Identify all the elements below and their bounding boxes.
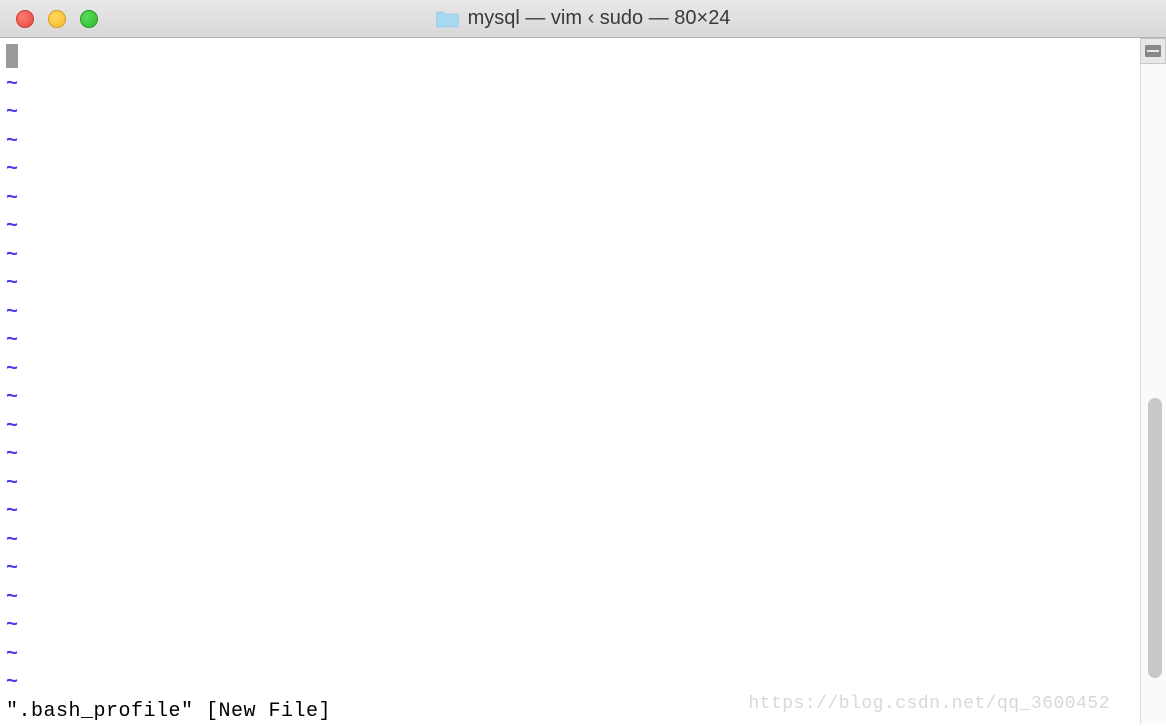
window-titlebar: mysql — vim ‹ sudo — 80×24: [0, 0, 1166, 38]
empty-line-marker: ~: [6, 384, 1134, 413]
empty-line-marker: ~: [6, 71, 1134, 100]
terminal-body: ~~~~~~~~~~~~~~~~~~~~~~ ".bash_profile" […: [0, 38, 1166, 724]
empty-line-marker: ~: [6, 299, 1134, 328]
empty-line-marker: ~: [6, 99, 1134, 128]
empty-line-marker: ~: [6, 156, 1134, 185]
scroll-corner-icon: [1140, 38, 1166, 64]
minimize-button[interactable]: [48, 10, 66, 28]
empty-line-marker: ~: [6, 441, 1134, 470]
empty-line-marker: ~: [6, 356, 1134, 385]
empty-line-marker: ~: [6, 242, 1134, 271]
empty-line-marker: ~: [6, 527, 1134, 556]
empty-line-marker: ~: [6, 584, 1134, 613]
empty-line-marker: ~: [6, 213, 1134, 242]
empty-line-marker: ~: [6, 327, 1134, 356]
empty-line-marker: ~: [6, 270, 1134, 299]
empty-line-marker: ~: [6, 470, 1134, 499]
watermark-text: https://blog.csdn.net/qq_3600452: [748, 690, 1110, 719]
cursor: [6, 44, 18, 68]
empty-line-marker: ~: [6, 413, 1134, 442]
empty-line-marker: ~: [6, 498, 1134, 527]
window-title-text: mysql — vim ‹ sudo — 80×24: [468, 7, 731, 30]
close-button[interactable]: [16, 10, 34, 28]
empty-line-marker: ~: [6, 612, 1134, 641]
empty-line-marker: ~: [6, 555, 1134, 584]
empty-lines: ~~~~~~~~~~~~~~~~~~~~~~: [6, 71, 1134, 698]
folder-icon: [436, 10, 460, 28]
empty-line-marker: ~: [6, 185, 1134, 214]
window-title: mysql — vim ‹ sudo — 80×24: [436, 7, 731, 30]
maximize-button[interactable]: [80, 10, 98, 28]
cursor-line: [6, 42, 1134, 71]
traffic-lights: [16, 10, 98, 28]
editor-area[interactable]: ~~~~~~~~~~~~~~~~~~~~~~ ".bash_profile" […: [0, 38, 1140, 724]
empty-line-marker: ~: [6, 641, 1134, 670]
scroll-thumb[interactable]: [1148, 398, 1162, 678]
scrollbar-track[interactable]: [1140, 38, 1166, 724]
empty-line-marker: ~: [6, 128, 1134, 157]
